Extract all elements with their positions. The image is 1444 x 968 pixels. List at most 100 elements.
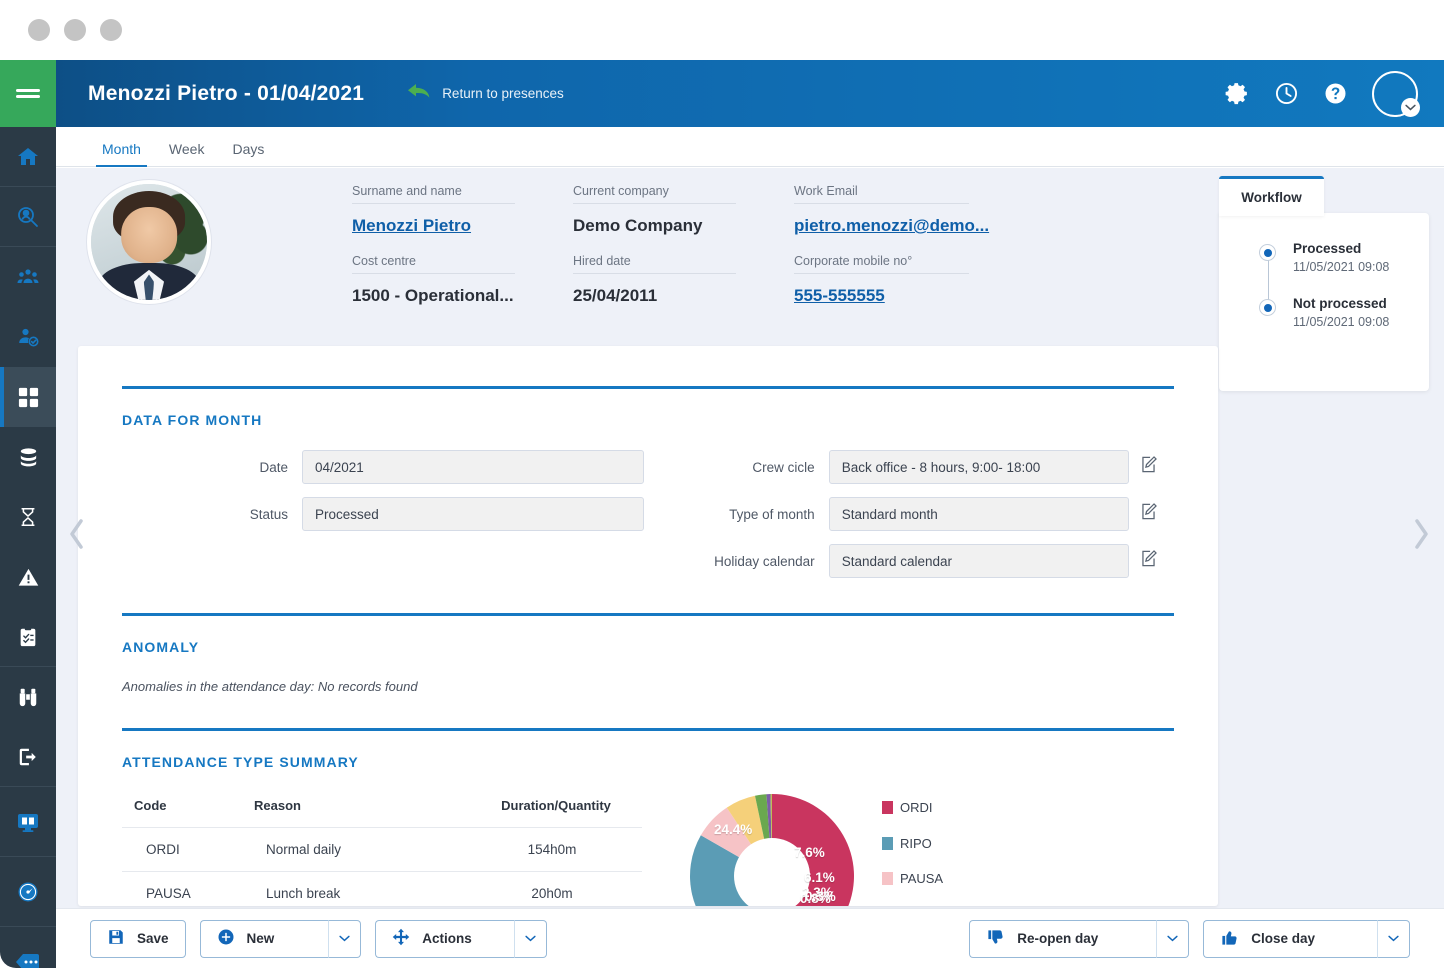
cell-code: PAUSA (122, 871, 242, 906)
workflow-step-time: 11/05/2021 09:08 (1293, 315, 1390, 329)
sidebar-item-training[interactable] (0, 787, 56, 857)
section-title-anomaly: ANOMALY (122, 639, 200, 655)
actions-dropdown-toggle[interactable] (514, 919, 547, 958)
sidebar-item-logout[interactable] (0, 727, 56, 787)
tab-days[interactable]: Days (218, 141, 278, 166)
crew-cicle-input[interactable]: Back office - 8 hours, 9:00- 18:00 (828, 450, 1129, 484)
sidebar-item-alerts[interactable] (0, 547, 56, 607)
sidebar-item-person-approve[interactable] (0, 307, 56, 367)
field-label-type-of-month: Type of month (729, 506, 815, 522)
edit-icon[interactable] (1139, 549, 1158, 573)
field-status: Status Processed (122, 497, 654, 531)
legend-swatch (882, 836, 893, 850)
chart-legend: ORDI RIPO PAUSA FERI (882, 800, 943, 906)
sidebar-item-employee-search[interactable] (0, 187, 56, 247)
table-row[interactable]: PAUSA Lunch break 20h0m (122, 871, 642, 906)
anomaly-text: Anomalies in the attendance day: No reco… (122, 679, 418, 694)
exit-icon (17, 746, 39, 768)
sidebar-item-shifts[interactable] (0, 667, 56, 727)
save-icon (107, 928, 125, 949)
window-dot-maximize[interactable] (100, 19, 122, 41)
field-label: Surname and name (352, 184, 515, 204)
form-column-right: Crew cicle Back office - 8 hours, 9:00- … (682, 450, 1174, 591)
type-of-month-input[interactable]: Standard month (828, 497, 1129, 531)
actions-button[interactable]: Actions (375, 919, 515, 958)
new-dropdown-toggle[interactable] (329, 919, 362, 958)
employee-photo (87, 180, 211, 304)
next-record-chevron[interactable] (1410, 516, 1432, 552)
page-title: Menozzi Pietro - 01/04/2021 (88, 81, 365, 105)
window-dot-close[interactable] (28, 19, 50, 41)
hourglass-icon (17, 506, 39, 528)
field-value: Demo Company (573, 216, 703, 235)
section-title-data-for-month: DATA FOR MONTH (122, 412, 263, 428)
sidebar-item-messages[interactable] (0, 927, 56, 968)
section-divider (122, 613, 1174, 616)
date-input[interactable]: 04/2021 (302, 450, 644, 484)
view-tabs: Month Week Days (56, 127, 1444, 167)
edit-icon[interactable] (1139, 502, 1158, 526)
return-to-presences-link[interactable]: Return to presences (408, 82, 564, 105)
sidebar-item-timekeeping[interactable] (0, 487, 56, 547)
close-day-dropdown-toggle[interactable] (1378, 919, 1410, 958)
header-actions (1225, 70, 1444, 117)
reopen-day-dropdown-toggle[interactable] (1157, 919, 1190, 958)
main-content: Surname and name Menozzi Pietro Cost cen… (56, 168, 1444, 908)
legend-item[interactable]: RIPO (882, 836, 943, 851)
holiday-calendar-input[interactable]: Standard calendar (828, 544, 1129, 578)
donut-label-pausa: 7.6% (794, 845, 825, 860)
section-title-attendance-summary: ATTENDANCE TYPE SUMMARY (122, 754, 359, 770)
sidebar-item-tasks[interactable] (0, 607, 56, 667)
sidebar-item-performance[interactable] (0, 857, 56, 927)
hamburger-icon (16, 86, 40, 102)
cell-duration: 20h0m (462, 871, 642, 906)
tab-week[interactable]: Week (155, 141, 219, 166)
sidebar-item-home[interactable] (0, 127, 56, 187)
sidebar-item-dashboard[interactable] (0, 367, 56, 427)
workflow-tab[interactable]: Workflow (1219, 176, 1324, 216)
workflow-step-title: Processed (1293, 241, 1362, 256)
field-current-company: Current company Demo Company (573, 184, 794, 236)
sidebar-item-database[interactable] (0, 427, 56, 487)
clock-icon[interactable] (1274, 81, 1299, 106)
help-icon[interactable] (1323, 81, 1348, 106)
field-value[interactable]: Menozzi Pietro (352, 216, 573, 236)
sidebar-item-groups[interactable] (0, 247, 56, 307)
new-label: New (246, 931, 275, 946)
field-value[interactable]: pietro.menozzi@demo... (794, 216, 1034, 236)
database-icon (17, 446, 40, 469)
workflow-steps: Processed 11/05/2021 09:08 Not processed… (1259, 241, 1429, 329)
workflow-step-title: Not processed (1293, 296, 1387, 311)
sidebar-item-menu-toggle[interactable] (0, 60, 56, 127)
cell-reason: Normal daily (242, 827, 462, 872)
field-value[interactable]: 555-555555 (794, 286, 1034, 306)
field-column-2: Current company Demo Company Hired date … (573, 184, 794, 324)
close-day-button[interactable]: Close day (1203, 919, 1378, 958)
people-group-icon (16, 265, 40, 289)
status-input[interactable]: Processed (302, 497, 644, 531)
column-header-duration: Duration/Quantity (501, 798, 611, 813)
field-cost-centre: Cost centre 1500 - Operational... (352, 254, 573, 306)
reopen-day-button[interactable]: Re-open day (969, 919, 1158, 958)
field-label-date: Date (259, 459, 288, 475)
field-value: 25/04/2011 (573, 286, 658, 305)
legend-item[interactable]: PAUSA (882, 871, 943, 886)
previous-record-chevron[interactable] (66, 516, 88, 552)
save-label: Save (137, 931, 169, 946)
chevron-down-icon[interactable] (1401, 97, 1420, 117)
gear-icon[interactable] (1225, 81, 1250, 106)
field-label: Hired date (573, 254, 736, 274)
workflow-step-time: 11/05/2021 09:08 (1293, 260, 1390, 274)
legend-item[interactable]: ORDI (882, 800, 943, 815)
column-header-code: Code (134, 798, 167, 813)
grid-icon (17, 386, 40, 409)
save-button[interactable]: Save (90, 919, 186, 958)
table-row[interactable]: ORDI Normal daily 154h0m (122, 827, 642, 872)
new-button[interactable]: New (199, 919, 330, 958)
field-work-email: Work Email pietro.menozzi@demo... (794, 184, 1034, 236)
avatar[interactable] (1372, 70, 1420, 117)
window-dot-minimize[interactable] (64, 19, 86, 41)
thumbs-up-icon (1220, 928, 1239, 950)
tab-month[interactable]: Month (88, 141, 155, 167)
edit-icon[interactable] (1139, 455, 1158, 479)
